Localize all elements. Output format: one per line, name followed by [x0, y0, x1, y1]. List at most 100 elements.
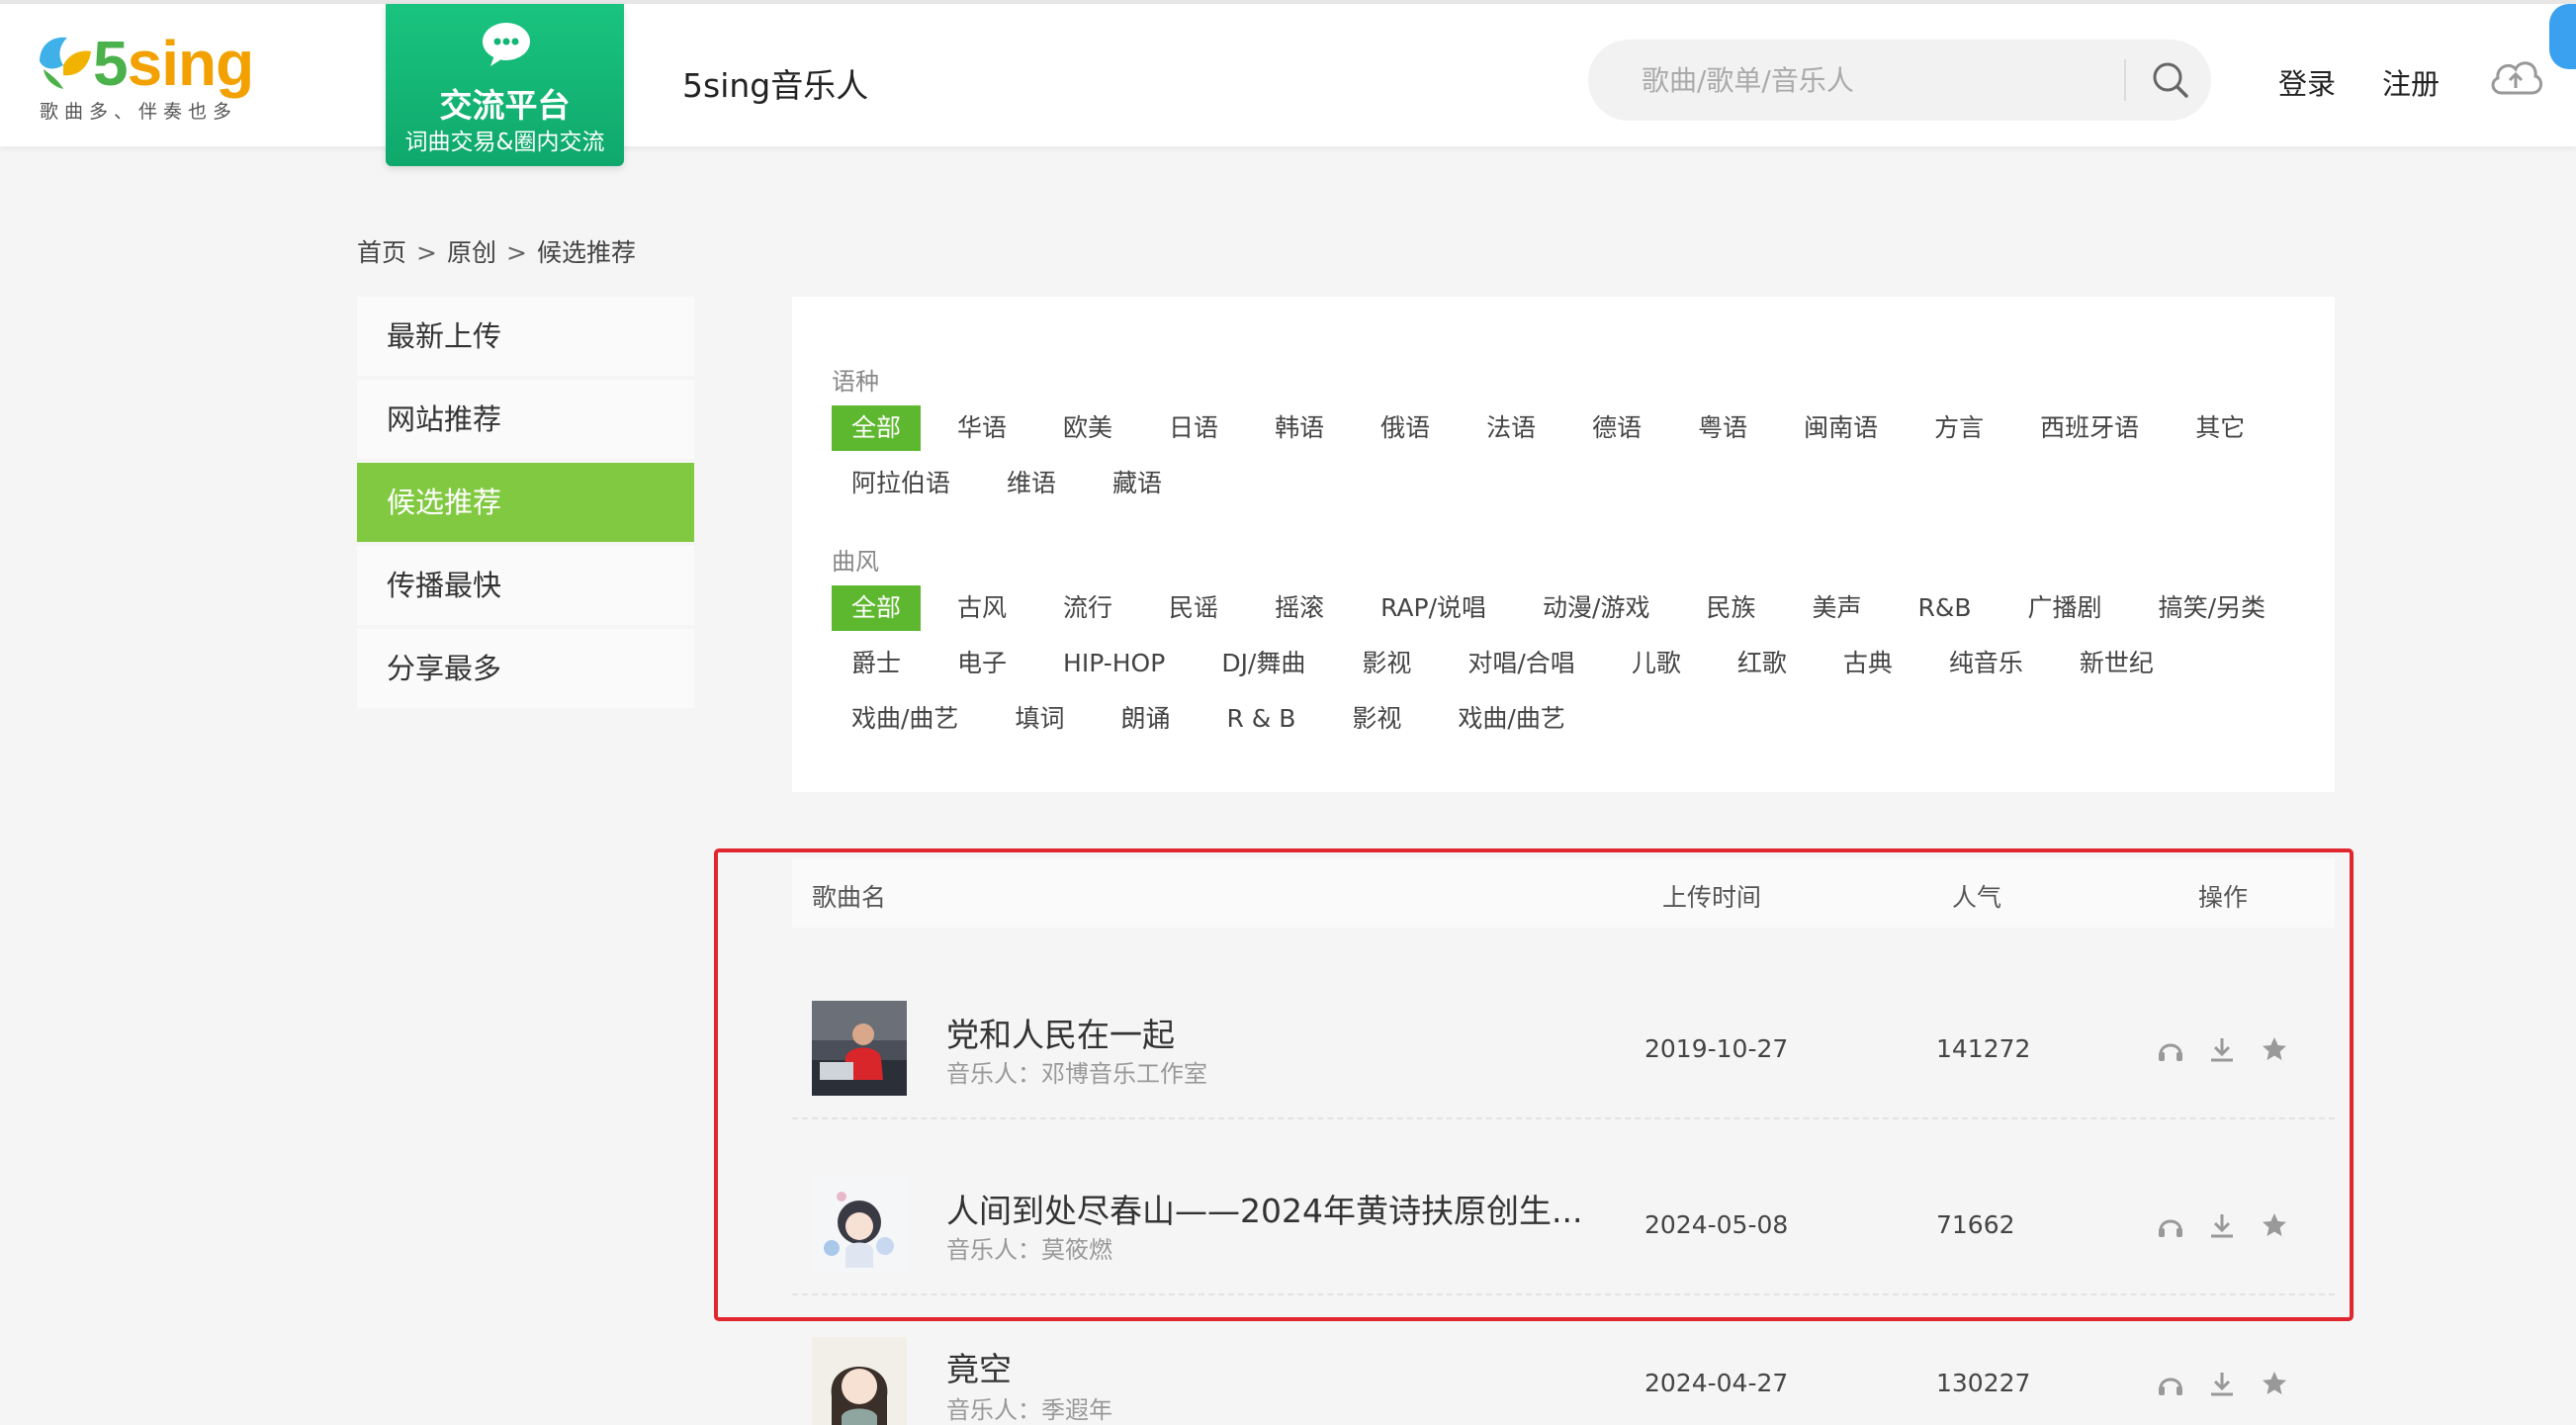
login-link[interactable]: 登录	[2278, 61, 2336, 103]
search-input[interactable]	[1642, 59, 2106, 101]
language-tag[interactable]: 韩语	[1255, 405, 1344, 451]
language-tag[interactable]: 俄语	[1361, 405, 1450, 451]
style-tag[interactable]: 流行	[1043, 585, 1132, 631]
favorite-star-icon[interactable]	[2260, 1369, 2289, 1398]
language-tag[interactable]: 法语	[1466, 405, 1555, 451]
style-tag[interactable]: 朗诵	[1101, 696, 1190, 742]
language-tag[interactable]: 华语	[937, 405, 1026, 451]
breadcrumb-separator: >	[416, 238, 437, 267]
exchange-platform-banner[interactable]: 交流平台 词曲交易&圈内交流	[386, 4, 624, 166]
upload-date: 2024-04-27	[1644, 1369, 1789, 1397]
site-logo[interactable]: 5sing 歌曲多、伴奏也多	[34, 28, 254, 127]
song-cover[interactable]	[812, 1337, 907, 1425]
table-row: 人间到处尽春山——2024年黄诗扶原创生... 音乐人：莫筱燃 2024-05-…	[792, 1119, 2335, 1295]
style-tag[interactable]: 民族	[1686, 585, 1775, 631]
popularity-count: 130227	[1936, 1369, 2031, 1397]
favorite-star-icon[interactable]	[2260, 1034, 2289, 1064]
song-artist: 音乐人：邓博音乐工作室	[946, 1054, 1207, 1089]
table-row: 党和人民在一起 音乐人：邓博音乐工作室 2019-10-27 141272	[792, 943, 2335, 1119]
style-tag[interactable]: 摇滚	[1255, 585, 1344, 631]
download-icon[interactable]	[2207, 1034, 2237, 1064]
song-title[interactable]: 竟空	[946, 1343, 1012, 1390]
artist-name[interactable]: 季遐年	[1041, 1396, 1112, 1424]
style-tag[interactable]: R&B	[1899, 585, 1992, 631]
style-tag[interactable]: 纯音乐	[1929, 641, 2043, 686]
language-tag[interactable]: 德语	[1572, 405, 1661, 451]
style-tag[interactable]: 全部	[832, 585, 922, 631]
sidebar-item-most-shared[interactable]: 分享最多	[357, 629, 694, 708]
style-tag-row: 全部 古风 流行 民谣 摇滚 RAP/说唱 动漫/游戏 民族 美声 R&B 广播…	[832, 585, 2302, 631]
style-tag[interactable]: 影视	[1332, 696, 1421, 742]
breadcrumb-original[interactable]: 原创	[447, 238, 496, 267]
style-tag[interactable]: 对唱/合唱	[1448, 641, 1594, 686]
register-link[interactable]: 注册	[2382, 61, 2440, 103]
style-tag[interactable]: 儿歌	[1612, 641, 1701, 686]
language-tag[interactable]: 维语	[987, 461, 1076, 506]
style-tag[interactable]: HIP-HOP	[1043, 641, 1185, 686]
style-tag[interactable]: 戏曲/曲艺	[832, 696, 978, 742]
style-tag[interactable]: 填词	[995, 696, 1084, 742]
breadcrumb-home[interactable]: 首页	[357, 238, 406, 267]
popularity-count: 71662	[1936, 1210, 2015, 1239]
style-tag[interactable]: 动漫/游戏	[1523, 585, 1669, 631]
cloud-upload-icon[interactable]	[2486, 51, 2545, 103]
song-title[interactable]: 人间到处尽春山——2024年黄诗扶原创生...	[946, 1185, 1582, 1232]
language-tag[interactable]: 全部	[832, 405, 922, 451]
column-actions: 操作	[2198, 883, 2249, 912]
download-icon[interactable]	[2207, 1210, 2237, 1240]
artist-name[interactable]: 邓博音乐工作室	[1041, 1060, 1207, 1088]
song-artist: 音乐人：莫筱燃	[946, 1230, 1112, 1265]
style-tag[interactable]: 美声	[1793, 585, 1882, 631]
column-popularity: 人气	[1952, 883, 2002, 912]
listen-icon[interactable]	[2156, 1369, 2185, 1398]
download-icon[interactable]	[2207, 1369, 2237, 1398]
style-tag[interactable]: 电子	[937, 641, 1026, 686]
language-tag[interactable]: 藏语	[1093, 461, 1182, 506]
language-tag[interactable]: 阿拉伯语	[832, 461, 970, 506]
language-tag[interactable]: 其它	[2176, 405, 2265, 451]
song-title[interactable]: 党和人民在一起	[946, 1009, 1175, 1056]
style-tag[interactable]: 古典	[1823, 641, 1912, 686]
language-tag[interactable]: 欧美	[1043, 405, 1132, 451]
language-tag[interactable]: 粤语	[1678, 405, 1767, 451]
style-tag[interactable]: 爵士	[832, 641, 921, 686]
style-tag[interactable]: R & B	[1206, 696, 1315, 742]
style-tag[interactable]: DJ/舞曲	[1201, 641, 1325, 686]
style-tag[interactable]: 影视	[1342, 641, 1431, 686]
sidebar-item-fastest-spreading[interactable]: 传播最快	[357, 546, 694, 625]
song-cover[interactable]	[812, 1001, 907, 1096]
logo-leaf-icon	[40, 37, 91, 89]
search-bar	[1588, 40, 2211, 121]
sidebar-item-site-recommended[interactable]: 网站推荐	[357, 380, 694, 459]
style-tag[interactable]: RAP/说唱	[1361, 585, 1506, 631]
style-tag[interactable]: 搞笑/另类	[2139, 585, 2285, 631]
listen-icon[interactable]	[2156, 1210, 2185, 1240]
language-tag[interactable]: 日语	[1149, 405, 1238, 451]
listen-icon[interactable]	[2156, 1034, 2185, 1064]
style-tag[interactable]: 戏曲/曲艺	[1438, 696, 1584, 742]
artist-name[interactable]: 莫筱燃	[1041, 1236, 1112, 1264]
artist-prefix: 音乐人：	[946, 1236, 1041, 1264]
song-cover[interactable]	[812, 1177, 907, 1272]
song-artist: 音乐人：季遐年	[946, 1390, 1112, 1425]
style-tag[interactable]: 新世纪	[2060, 641, 2174, 686]
language-tag[interactable]: 西班牙语	[2020, 405, 2159, 451]
column-upload-time: 上传时间	[1662, 883, 1762, 912]
language-filter-label: 语种	[832, 368, 879, 396]
chat-bubble-icon	[483, 23, 530, 66]
language-tag-row: 阿拉伯语 维语 藏语	[832, 461, 1199, 506]
language-tag[interactable]: 方言	[1914, 405, 2003, 451]
sidebar-item-candidate[interactable]: 候选推荐	[357, 463, 694, 542]
side-float-button[interactable]	[2549, 4, 2576, 69]
sidebar-item-latest[interactable]: 最新上传	[357, 297, 694, 376]
logo-wordmark: 5sing	[93, 28, 254, 99]
style-tag[interactable]: 古风	[937, 585, 1026, 631]
style-tag[interactable]: 广播剧	[2008, 585, 2122, 631]
language-tag[interactable]: 闽南语	[1784, 405, 1898, 451]
search-icon[interactable]	[2148, 57, 2193, 103]
style-tag[interactable]: 民谣	[1149, 585, 1238, 631]
favorite-star-icon[interactable]	[2260, 1210, 2289, 1240]
style-tag[interactable]: 红歌	[1718, 641, 1807, 686]
song-table-header: 歌曲名 上传时间 人气 操作	[792, 858, 2335, 928]
style-tag-row: 戏曲/曲艺 填词 朗诵 R & B 影视 戏曲/曲艺	[832, 696, 1602, 742]
